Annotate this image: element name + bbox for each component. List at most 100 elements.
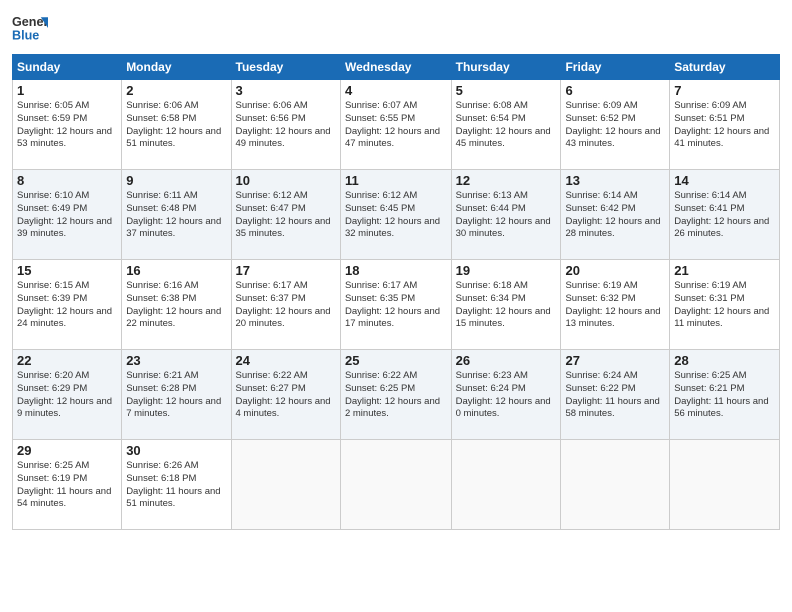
day-number: 9 <box>126 173 226 188</box>
table-row: 10 Sunrise: 6:12 AMSunset: 6:47 PMDaylig… <box>231 170 340 260</box>
table-row: 16 Sunrise: 6:16 AMSunset: 6:38 PMDaylig… <box>122 260 231 350</box>
day-info: Sunrise: 6:22 AMSunset: 6:27 PMDaylight:… <box>236 370 331 419</box>
day-info: Sunrise: 6:12 AMSunset: 6:47 PMDaylight:… <box>236 190 331 239</box>
logo-icon: General Blue <box>12 10 48 46</box>
table-row: 9 Sunrise: 6:11 AMSunset: 6:48 PMDayligh… <box>122 170 231 260</box>
table-row: 14 Sunrise: 6:14 AMSunset: 6:41 PMDaylig… <box>670 170 780 260</box>
day-number: 23 <box>126 353 226 368</box>
day-info: Sunrise: 6:12 AMSunset: 6:45 PMDaylight:… <box>345 190 440 239</box>
table-row: 7 Sunrise: 6:09 AMSunset: 6:51 PMDayligh… <box>670 80 780 170</box>
day-number: 19 <box>456 263 557 278</box>
day-info: Sunrise: 6:06 AMSunset: 6:58 PMDaylight:… <box>126 100 221 149</box>
day-info: Sunrise: 6:25 AMSunset: 6:19 PMDaylight:… <box>17 460 111 509</box>
table-row: 13 Sunrise: 6:14 AMSunset: 6:42 PMDaylig… <box>561 170 670 260</box>
table-row: 25 Sunrise: 6:22 AMSunset: 6:25 PMDaylig… <box>340 350 451 440</box>
day-number: 21 <box>674 263 775 278</box>
table-row: 12 Sunrise: 6:13 AMSunset: 6:44 PMDaylig… <box>451 170 561 260</box>
day-number: 5 <box>456 83 557 98</box>
day-info: Sunrise: 6:14 AMSunset: 6:41 PMDaylight:… <box>674 190 769 239</box>
table-row: 11 Sunrise: 6:12 AMSunset: 6:45 PMDaylig… <box>340 170 451 260</box>
table-row: 3 Sunrise: 6:06 AMSunset: 6:56 PMDayligh… <box>231 80 340 170</box>
day-number: 8 <box>17 173 117 188</box>
table-row: 23 Sunrise: 6:21 AMSunset: 6:28 PMDaylig… <box>122 350 231 440</box>
table-row: 29 Sunrise: 6:25 AMSunset: 6:19 PMDaylig… <box>13 440 122 530</box>
column-header-monday: Monday <box>122 55 231 80</box>
day-number: 17 <box>236 263 336 278</box>
table-row: 15 Sunrise: 6:15 AMSunset: 6:39 PMDaylig… <box>13 260 122 350</box>
day-info: Sunrise: 6:14 AMSunset: 6:42 PMDaylight:… <box>565 190 660 239</box>
day-info: Sunrise: 6:10 AMSunset: 6:49 PMDaylight:… <box>17 190 112 239</box>
table-row <box>340 440 451 530</box>
day-info: Sunrise: 6:05 AMSunset: 6:59 PMDaylight:… <box>17 100 112 149</box>
day-number: 25 <box>345 353 447 368</box>
day-number: 29 <box>17 443 117 458</box>
day-number: 24 <box>236 353 336 368</box>
day-info: Sunrise: 6:21 AMSunset: 6:28 PMDaylight:… <box>126 370 221 419</box>
table-row: 5 Sunrise: 6:08 AMSunset: 6:54 PMDayligh… <box>451 80 561 170</box>
table-row <box>561 440 670 530</box>
day-info: Sunrise: 6:08 AMSunset: 6:54 PMDaylight:… <box>456 100 551 149</box>
table-row: 4 Sunrise: 6:07 AMSunset: 6:55 PMDayligh… <box>340 80 451 170</box>
day-number: 11 <box>345 173 447 188</box>
day-info: Sunrise: 6:24 AMSunset: 6:22 PMDaylight:… <box>565 370 659 419</box>
day-info: Sunrise: 6:17 AMSunset: 6:37 PMDaylight:… <box>236 280 331 329</box>
day-number: 20 <box>565 263 665 278</box>
day-info: Sunrise: 6:13 AMSunset: 6:44 PMDaylight:… <box>456 190 551 239</box>
day-info: Sunrise: 6:07 AMSunset: 6:55 PMDaylight:… <box>345 100 440 149</box>
day-info: Sunrise: 6:06 AMSunset: 6:56 PMDaylight:… <box>236 100 331 149</box>
table-row: 24 Sunrise: 6:22 AMSunset: 6:27 PMDaylig… <box>231 350 340 440</box>
day-info: Sunrise: 6:19 AMSunset: 6:31 PMDaylight:… <box>674 280 769 329</box>
calendar-table: SundayMondayTuesdayWednesdayThursdayFrid… <box>12 54 780 530</box>
table-row: 22 Sunrise: 6:20 AMSunset: 6:29 PMDaylig… <box>13 350 122 440</box>
table-row: 1 Sunrise: 6:05 AMSunset: 6:59 PMDayligh… <box>13 80 122 170</box>
column-header-friday: Friday <box>561 55 670 80</box>
table-row: 18 Sunrise: 6:17 AMSunset: 6:35 PMDaylig… <box>340 260 451 350</box>
day-number: 26 <box>456 353 557 368</box>
day-number: 22 <box>17 353 117 368</box>
day-number: 28 <box>674 353 775 368</box>
day-info: Sunrise: 6:19 AMSunset: 6:32 PMDaylight:… <box>565 280 660 329</box>
table-row <box>670 440 780 530</box>
table-row: 2 Sunrise: 6:06 AMSunset: 6:58 PMDayligh… <box>122 80 231 170</box>
logo: General Blue <box>12 10 48 46</box>
table-row: 19 Sunrise: 6:18 AMSunset: 6:34 PMDaylig… <box>451 260 561 350</box>
table-row <box>231 440 340 530</box>
table-row: 6 Sunrise: 6:09 AMSunset: 6:52 PMDayligh… <box>561 80 670 170</box>
day-number: 15 <box>17 263 117 278</box>
day-info: Sunrise: 6:26 AMSunset: 6:18 PMDaylight:… <box>126 460 220 509</box>
table-row: 30 Sunrise: 6:26 AMSunset: 6:18 PMDaylig… <box>122 440 231 530</box>
table-row: 21 Sunrise: 6:19 AMSunset: 6:31 PMDaylig… <box>670 260 780 350</box>
table-row <box>451 440 561 530</box>
column-header-sunday: Sunday <box>13 55 122 80</box>
day-info: Sunrise: 6:11 AMSunset: 6:48 PMDaylight:… <box>126 190 221 239</box>
column-header-tuesday: Tuesday <box>231 55 340 80</box>
day-info: Sunrise: 6:23 AMSunset: 6:24 PMDaylight:… <box>456 370 551 419</box>
table-row: 8 Sunrise: 6:10 AMSunset: 6:49 PMDayligh… <box>13 170 122 260</box>
day-number: 10 <box>236 173 336 188</box>
svg-text:Blue: Blue <box>12 29 39 43</box>
day-number: 6 <box>565 83 665 98</box>
table-row: 20 Sunrise: 6:19 AMSunset: 6:32 PMDaylig… <box>561 260 670 350</box>
day-info: Sunrise: 6:22 AMSunset: 6:25 PMDaylight:… <box>345 370 440 419</box>
day-number: 30 <box>126 443 226 458</box>
day-number: 27 <box>565 353 665 368</box>
day-number: 16 <box>126 263 226 278</box>
day-number: 7 <box>674 83 775 98</box>
day-number: 13 <box>565 173 665 188</box>
day-info: Sunrise: 6:18 AMSunset: 6:34 PMDaylight:… <box>456 280 551 329</box>
day-info: Sunrise: 6:09 AMSunset: 6:51 PMDaylight:… <box>674 100 769 149</box>
day-number: 12 <box>456 173 557 188</box>
day-number: 1 <box>17 83 117 98</box>
day-number: 3 <box>236 83 336 98</box>
column-header-thursday: Thursday <box>451 55 561 80</box>
day-info: Sunrise: 6:20 AMSunset: 6:29 PMDaylight:… <box>17 370 112 419</box>
column-header-saturday: Saturday <box>670 55 780 80</box>
day-number: 2 <box>126 83 226 98</box>
day-info: Sunrise: 6:15 AMSunset: 6:39 PMDaylight:… <box>17 280 112 329</box>
day-number: 14 <box>674 173 775 188</box>
day-number: 4 <box>345 83 447 98</box>
column-header-wednesday: Wednesday <box>340 55 451 80</box>
day-info: Sunrise: 6:09 AMSunset: 6:52 PMDaylight:… <box>565 100 660 149</box>
day-info: Sunrise: 6:17 AMSunset: 6:35 PMDaylight:… <box>345 280 440 329</box>
day-info: Sunrise: 6:16 AMSunset: 6:38 PMDaylight:… <box>126 280 221 329</box>
